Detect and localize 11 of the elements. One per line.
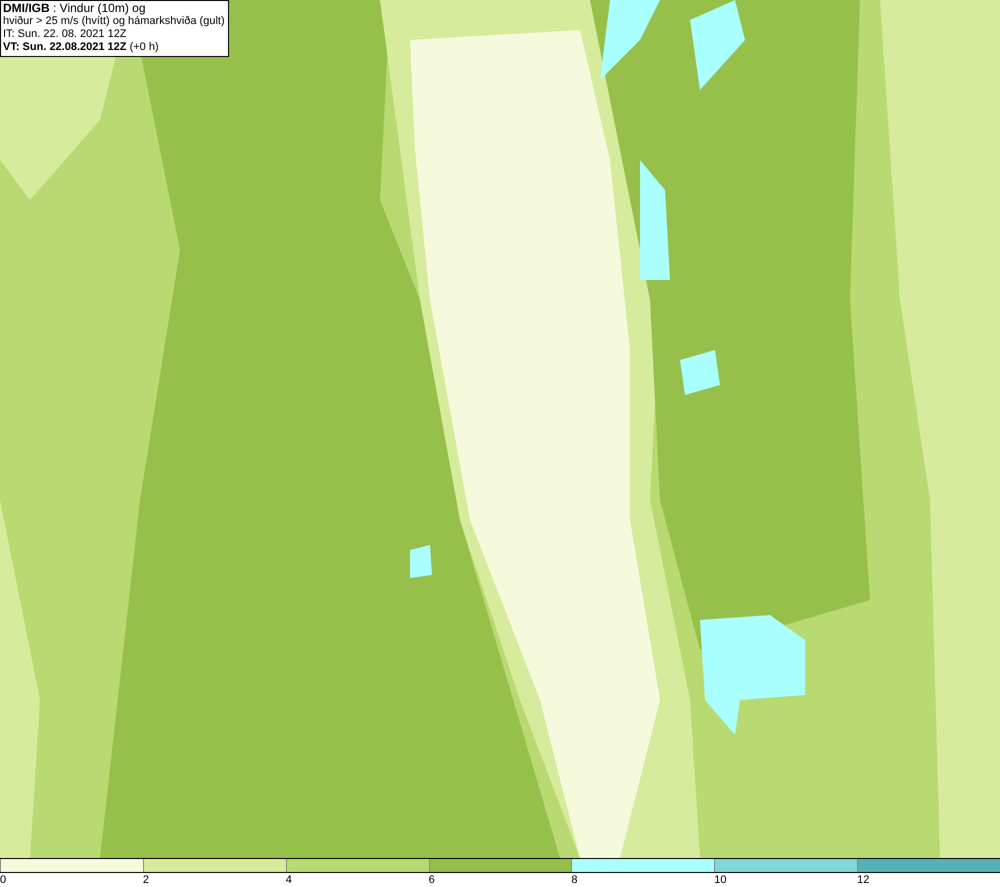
legend-label: 6: [428, 873, 435, 887]
legend-label: 10: [714, 873, 727, 887]
info-text: VT: Sun. 22.08.2021 12Z (+0 h): [3, 41, 160, 54]
info-text: DMI/IGB : Vindur (10m) og: [3, 2, 146, 15]
info-text: IT: Sun. 22. 08. 2021 12Z: [3, 28, 128, 41]
legend-label: 4: [286, 873, 292, 887]
legend-label: 0: [0, 873, 6, 887]
legend-label: 12: [857, 873, 870, 887]
legend-label: 2: [142, 873, 149, 887]
legend-label: 8: [571, 873, 578, 887]
info-text: hviður > 25 m/s (hvítt) og hámarkshviða (gult): [3, 15, 225, 28]
